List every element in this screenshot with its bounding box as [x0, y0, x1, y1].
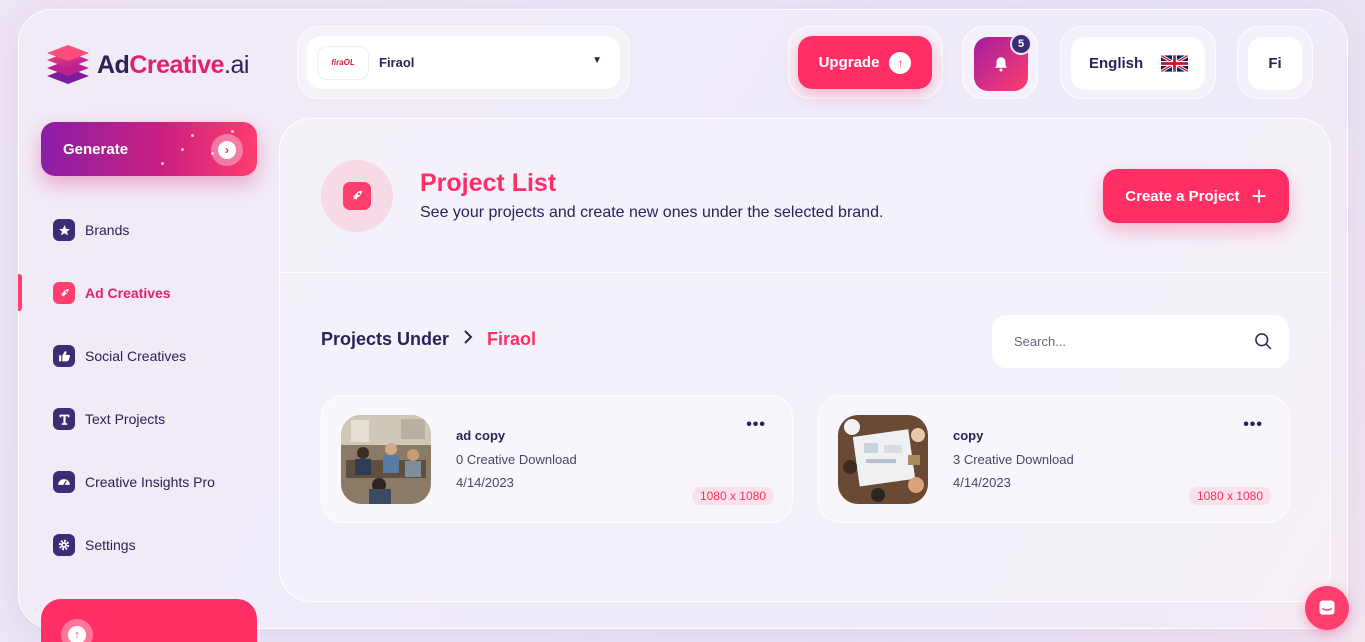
logo-layers-icon — [45, 42, 91, 88]
sidebar-item-label: Creative Insights Pro — [85, 474, 215, 490]
project-downloads: 3 Creative Download — [953, 452, 1074, 467]
project-downloads: 0 Creative Download — [456, 452, 577, 467]
page-title: Project List — [420, 169, 557, 197]
gear-icon — [53, 534, 75, 556]
sidebar-item-brands[interactable]: Brands — [53, 219, 129, 241]
sidebar-item-label: Ad Creatives — [85, 285, 171, 301]
project-thumbnail — [838, 415, 928, 504]
brand-select-container: firaOL Firaol ▼ — [297, 26, 630, 99]
gauge-icon — [53, 471, 75, 493]
breadcrumb-current[interactable]: Firaol — [487, 329, 536, 350]
avatar[interactable]: Fi — [1248, 37, 1302, 90]
arrow-up-icon: ↑ — [61, 619, 93, 642]
sidebar-item-social-creatives[interactable]: Social Creatives — [53, 345, 186, 367]
project-title: copy — [953, 428, 984, 443]
upgrade-button[interactable]: Upgrade ↑ — [798, 36, 932, 89]
plus-icon: + — [1251, 181, 1267, 211]
search-box — [992, 315, 1289, 368]
more-options-icon[interactable]: ••• — [746, 416, 766, 434]
bell-icon — [995, 57, 1007, 72]
sparkle-decoration — [191, 134, 194, 137]
sidebar-item-ad-creatives[interactable]: Ad Creatives — [53, 282, 171, 304]
sidebar-item-label: Text Projects — [85, 411, 166, 427]
language-label: English — [1089, 55, 1144, 72]
project-date: 4/14/2023 — [953, 475, 1011, 490]
sparkle-decoration — [231, 130, 234, 133]
chevron-right-icon: › — [211, 134, 243, 166]
sidebar-item-text-projects[interactable]: Text Projects — [53, 408, 165, 430]
project-title: ad copy — [456, 428, 506, 443]
header-icon-container — [321, 160, 393, 232]
project-thumbnail — [341, 415, 431, 504]
notification-count-badge: 5 — [1010, 33, 1032, 55]
brand-select-value: Firaol — [379, 55, 415, 70]
logo-text-ai: .ai — [224, 50, 249, 79]
sidebar-item-label: Brands — [85, 222, 130, 238]
project-size-badge: 1080 x 1080 — [1188, 487, 1271, 505]
project-card[interactable]: copy 3 Creative Download 4/14/2023 ••• 1… — [818, 395, 1290, 523]
search-input[interactable] — [1014, 334, 1234, 349]
adcreative-logo[interactable]: AdCreative.ai — [45, 42, 249, 88]
search-icon[interactable] — [1253, 331, 1273, 351]
sparkle-decoration — [181, 148, 184, 151]
caret-down-icon: ▼ — [592, 55, 602, 66]
more-options-icon[interactable]: ••• — [1243, 416, 1263, 434]
sidebar-item-settings[interactable]: Settings — [53, 534, 136, 556]
project-date: 4/14/2023 — [456, 475, 514, 490]
generate-label: Generate — [63, 140, 129, 158]
text-t-icon — [53, 408, 75, 430]
create-project-label: Create a Project — [1125, 187, 1240, 205]
brand-select[interactable]: firaOL Firaol ▼ — [307, 36, 620, 89]
uk-flag-icon — [1161, 55, 1189, 72]
brand-logo: firaOL — [317, 45, 369, 80]
breadcrumb: Projects Under Firaol — [321, 329, 536, 350]
upgrade-label: Upgrade — [818, 54, 880, 71]
chat-support-button[interactable] — [1305, 586, 1349, 630]
sidebar-item-label: Settings — [85, 537, 136, 553]
brand-logo-text: firaOL — [331, 58, 355, 67]
language-container: English — [1060, 26, 1216, 99]
sidebar-upgrade-card[interactable]: ↑ — [41, 599, 257, 642]
rocket-icon — [53, 282, 75, 304]
breadcrumb-root: Projects Under — [321, 329, 450, 349]
rocket-icon — [343, 182, 371, 210]
project-card[interactable]: ad copy 0 Creative Download 4/14/2023 ••… — [321, 395, 793, 523]
language-select[interactable]: English — [1071, 37, 1205, 90]
sidebar-item-label: Social Creatives — [85, 348, 187, 364]
sidebar-item-creative-insights-pro[interactable]: Creative Insights Pro — [53, 471, 215, 493]
generate-button[interactable]: Generate › — [41, 122, 257, 176]
logo-text-ad: Ad — [97, 50, 130, 79]
chat-icon — [1319, 600, 1335, 615]
avatar-container: Fi — [1237, 26, 1313, 99]
star-icon — [53, 219, 75, 241]
arrow-up-icon: ↑ — [889, 51, 912, 74]
create-project-button[interactable]: Create a Project + — [1103, 169, 1289, 223]
upgrade-container: Upgrade ↑ — [788, 26, 943, 99]
active-indicator — [18, 274, 22, 311]
header-divider — [279, 272, 1331, 273]
project-size-badge: 1080 x 1080 — [691, 487, 774, 505]
logo-text: AdCreative.ai — [97, 51, 249, 80]
sparkle-decoration — [161, 162, 164, 165]
chevron-right-icon — [463, 330, 473, 349]
thumbs-up-icon — [53, 345, 75, 367]
logo-text-creative: Creative — [129, 50, 224, 79]
page-subtitle: See your projects and create new ones un… — [420, 204, 884, 221]
